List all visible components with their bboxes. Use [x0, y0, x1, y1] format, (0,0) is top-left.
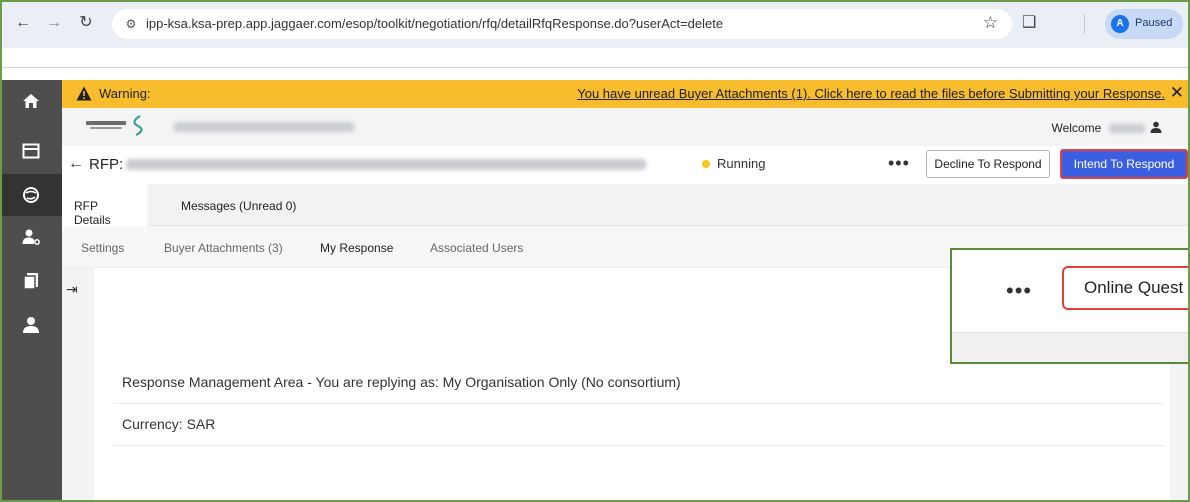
- reload-icon[interactable]: ↻: [75, 12, 97, 34]
- dashboard-icon: [22, 143, 40, 159]
- profile-avatar: A: [1111, 15, 1129, 33]
- response-management-text: Response Management Area - You are reply…: [122, 374, 681, 390]
- nav-home[interactable]: [0, 80, 62, 122]
- tab-rfp-details[interactable]: RFP Details: [62, 184, 147, 227]
- user-settings-icon: [22, 229, 40, 245]
- user-name-redacted: [1108, 124, 1145, 133]
- tab-messages[interactable]: Messages (Unread 0): [169, 184, 308, 226]
- status-badge: Running: [717, 156, 766, 171]
- site-settings-icon[interactable]: ⚙: [122, 15, 140, 33]
- zoom-callout: ••• Online Quest: [950, 248, 1190, 364]
- url-text: ipp-ksa.ksa-prep.app.jaggaer.com/esop/to…: [146, 16, 724, 31]
- expand-panel-icon[interactable]: ⇥: [66, 281, 78, 298]
- tab-buyer-attachments[interactable]: Buyer Attachments (3): [164, 241, 283, 255]
- more-options-icon[interactable]: •••: [1006, 278, 1032, 304]
- documents-icon: [23, 273, 38, 290]
- profile-button[interactable]: A Paused: [1105, 9, 1183, 39]
- nav-sourcing[interactable]: [0, 174, 62, 216]
- company-name-redacted: [174, 122, 354, 132]
- warning-bar: Warning: You have unread Buyer Attachmen…: [62, 80, 1190, 108]
- back-arrow-icon[interactable]: ←: [68, 155, 84, 173]
- nav-profile[interactable]: [0, 304, 62, 346]
- warning-triangle-icon: [76, 86, 92, 101]
- toolbar-separator: [1084, 14, 1085, 34]
- callout-footer: [952, 332, 1188, 362]
- divider: [114, 403, 1164, 404]
- more-options-icon[interactable]: •••: [888, 153, 910, 174]
- nav-documents[interactable]: [0, 260, 62, 302]
- browser-toolbar: ← → ↻ ⚙ ipp-ksa.ksa-prep.app.jaggaer.com…: [0, 0, 1190, 48]
- extensions-icon[interactable]: ❑: [1022, 12, 1036, 32]
- primary-tabs: RFP Details Messages (Unread 0): [62, 184, 1190, 227]
- bookmarks-bar: [0, 48, 1190, 68]
- welcome-text: Welcome: [1052, 120, 1162, 135]
- nav-dashboard[interactable]: [0, 130, 62, 172]
- tab-associated-users[interactable]: Associated Users: [430, 241, 523, 255]
- back-arrow-icon[interactable]: ←: [12, 12, 34, 34]
- divider: [114, 445, 1164, 446]
- page-top-band: [0, 68, 1190, 80]
- online-questionnaire-button[interactable]: Online Quest: [1062, 266, 1188, 310]
- forward-arrow-icon[interactable]: →: [43, 12, 65, 34]
- left-nav: [0, 80, 62, 502]
- rfp-name-redacted: [126, 159, 646, 170]
- sourcing-icon: [23, 187, 39, 203]
- status-dot: [702, 160, 710, 168]
- company-logo: [86, 115, 143, 136]
- warning-label: Warning:: [99, 86, 151, 101]
- decline-to-respond-button[interactable]: Decline To Respond: [926, 150, 1050, 178]
- address-bar[interactable]: ⚙ ipp-ksa.ksa-prep.app.jaggaer.com/esop/…: [112, 9, 1012, 39]
- user-icon: [23, 317, 39, 333]
- currency-text: Currency: SAR: [122, 416, 216, 432]
- intend-to-respond-button[interactable]: Intend To Respond: [1060, 149, 1188, 179]
- user-icon: [1150, 121, 1162, 133]
- bookmark-star-icon[interactable]: ☆: [983, 13, 998, 33]
- unread-attachments-link[interactable]: You have unread Buyer Attachments (1). C…: [577, 86, 1165, 101]
- rfp-title: RFP:: [89, 156, 124, 173]
- tab-my-response[interactable]: My Response: [320, 241, 393, 255]
- company-bar: Welcome: [62, 108, 1190, 146]
- close-icon[interactable]: ✕: [1170, 83, 1184, 103]
- home-icon: [23, 94, 39, 108]
- tab-settings[interactable]: Settings: [81, 241, 124, 255]
- rfp-header: ← RFP: Running ••• Decline To Respond In…: [62, 146, 1190, 184]
- profile-status: Paused: [1135, 17, 1173, 29]
- nav-user-settings[interactable]: [0, 216, 62, 258]
